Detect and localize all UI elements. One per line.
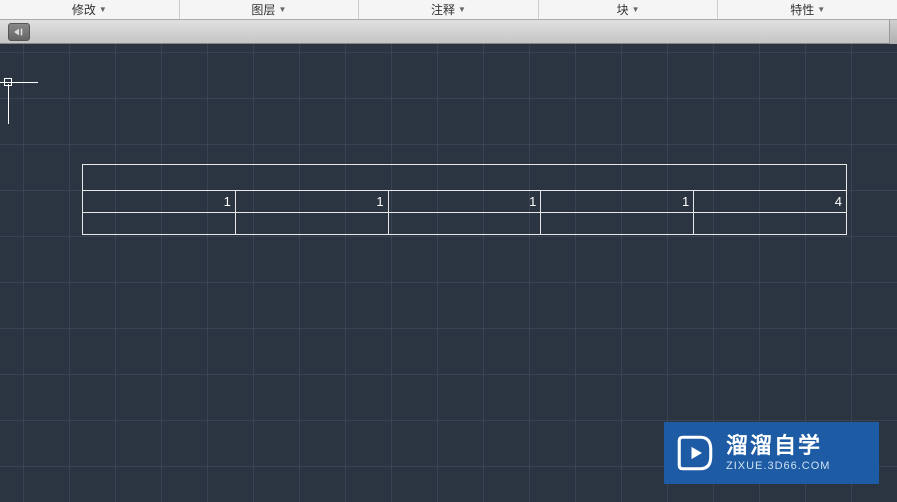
- chevron-down-icon: ▼: [278, 5, 286, 14]
- menu-item-block[interactable]: 块 ▼: [539, 0, 719, 19]
- menu-label: 注释: [431, 1, 455, 18]
- menu-label: 图层: [251, 1, 275, 18]
- menu-item-modify[interactable]: 修改 ▼: [0, 0, 180, 19]
- table-cell[interactable]: [388, 213, 541, 235]
- ribbon-edge: [889, 20, 897, 44]
- table-cell[interactable]: 1: [541, 191, 694, 213]
- table-cell[interactable]: 1: [388, 191, 541, 213]
- table-cell[interactable]: [235, 213, 388, 235]
- chevron-down-icon: ▼: [817, 5, 825, 14]
- play-icon: [674, 432, 716, 474]
- chevron-down-icon: ▼: [458, 5, 466, 14]
- chevron-down-icon: ▼: [99, 5, 107, 14]
- menu-item-annotation[interactable]: 注释 ▼: [359, 0, 539, 19]
- table-cell[interactable]: [83, 213, 236, 235]
- watermark-logo: 溜溜自学 ZIXUE.3D66.COM: [664, 422, 879, 484]
- chevron-down-icon: ▼: [632, 5, 640, 14]
- table-cell[interactable]: [541, 213, 694, 235]
- watermark-title: 溜溜自学: [726, 433, 830, 459]
- table-row[interactable]: [83, 213, 847, 235]
- table-cell[interactable]: [694, 213, 847, 235]
- menu-label: 块: [617, 1, 629, 18]
- table-cell[interactable]: 1: [235, 191, 388, 213]
- watermark-subtitle: ZIXUE.3D66.COM: [726, 460, 830, 473]
- table-row[interactable]: [83, 165, 847, 191]
- cad-table[interactable]: 1 1 1 1 4: [82, 164, 847, 235]
- menu-label: 特性: [790, 1, 814, 18]
- ribbon-toolbar: [0, 20, 897, 44]
- ribbon-collapse-button[interactable]: [8, 23, 30, 41]
- table-cell[interactable]: 4: [694, 191, 847, 213]
- table-title-cell[interactable]: [83, 165, 847, 191]
- menu-bar: 修改 ▼ 图层 ▼ 注释 ▼ 块 ▼ 特性 ▼: [0, 0, 897, 20]
- menu-item-properties[interactable]: 特性 ▼: [718, 0, 897, 19]
- menu-item-layer[interactable]: 图层 ▼: [180, 0, 360, 19]
- collapse-icon: [12, 27, 26, 37]
- table-cell[interactable]: 1: [83, 191, 236, 213]
- menu-label: 修改: [72, 1, 96, 18]
- drawing-canvas[interactable]: 1 1 1 1 4 溜溜自学 ZIXUE.3D66.COM: [0, 44, 897, 502]
- table-row[interactable]: 1 1 1 1 4: [83, 191, 847, 213]
